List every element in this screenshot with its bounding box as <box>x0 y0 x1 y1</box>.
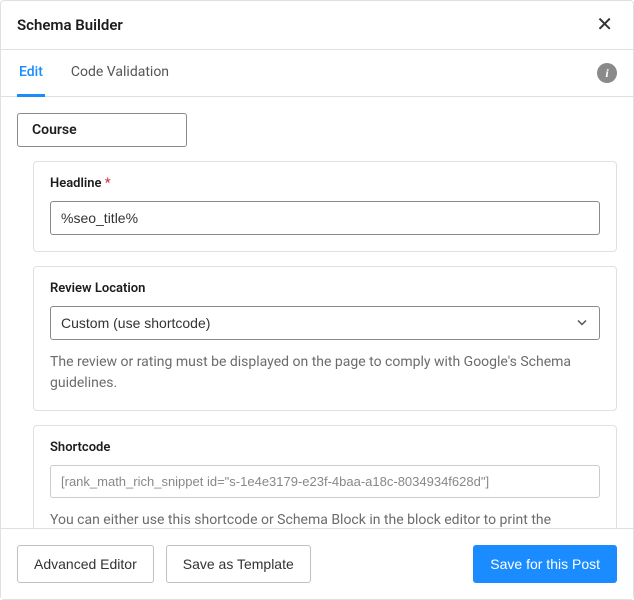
info-icon[interactable]: i <box>597 63 617 83</box>
headline-input[interactable] <box>50 201 600 235</box>
close-button[interactable]: ✕ <box>592 15 617 35</box>
schema-builder-modal: Schema Builder ✕ Edit Code Validation i … <box>0 0 634 600</box>
modal-footer: Advanced Editor Save as Template Save fo… <box>1 528 633 599</box>
review-location-label: Review Location <box>50 281 600 296</box>
shortcode-help: You can either use this shortcode or Sch… <box>50 510 600 528</box>
headline-label: Headline * <box>50 176 600 191</box>
save-for-post-button[interactable]: Save for this Post <box>473 545 617 583</box>
footer-left-buttons: Advanced Editor Save as Template <box>17 545 311 583</box>
advanced-editor-button[interactable]: Advanced Editor <box>17 545 154 583</box>
schema-type-chip[interactable]: Course <box>17 113 187 147</box>
review-location-help: The review or rating must be displayed o… <box>50 352 600 394</box>
modal-title: Schema Builder <box>17 16 123 34</box>
content-area: Course Headline * Review Location Custom… <box>1 97 633 528</box>
shortcode-panel: Shortcode You can either use this shortc… <box>33 425 617 528</box>
modal-header: Schema Builder ✕ <box>1 1 633 50</box>
tabs-row: Edit Code Validation i <box>1 50 633 97</box>
tab-edit[interactable]: Edit <box>17 50 45 97</box>
close-icon: ✕ <box>596 14 613 36</box>
tabs: Edit Code Validation <box>17 50 171 96</box>
review-location-select-wrap: Custom (use shortcode) <box>50 306 600 340</box>
headline-panel: Headline * <box>33 161 617 252</box>
review-location-panel: Review Location Custom (use shortcode) T… <box>33 266 617 411</box>
tab-code-validation[interactable]: Code Validation <box>69 50 171 97</box>
save-as-template-button[interactable]: Save as Template <box>166 545 311 583</box>
required-indicator: * <box>105 176 111 191</box>
review-location-select[interactable]: Custom (use shortcode) <box>50 306 600 340</box>
shortcode-input[interactable] <box>50 465 600 498</box>
shortcode-label: Shortcode <box>50 440 600 455</box>
